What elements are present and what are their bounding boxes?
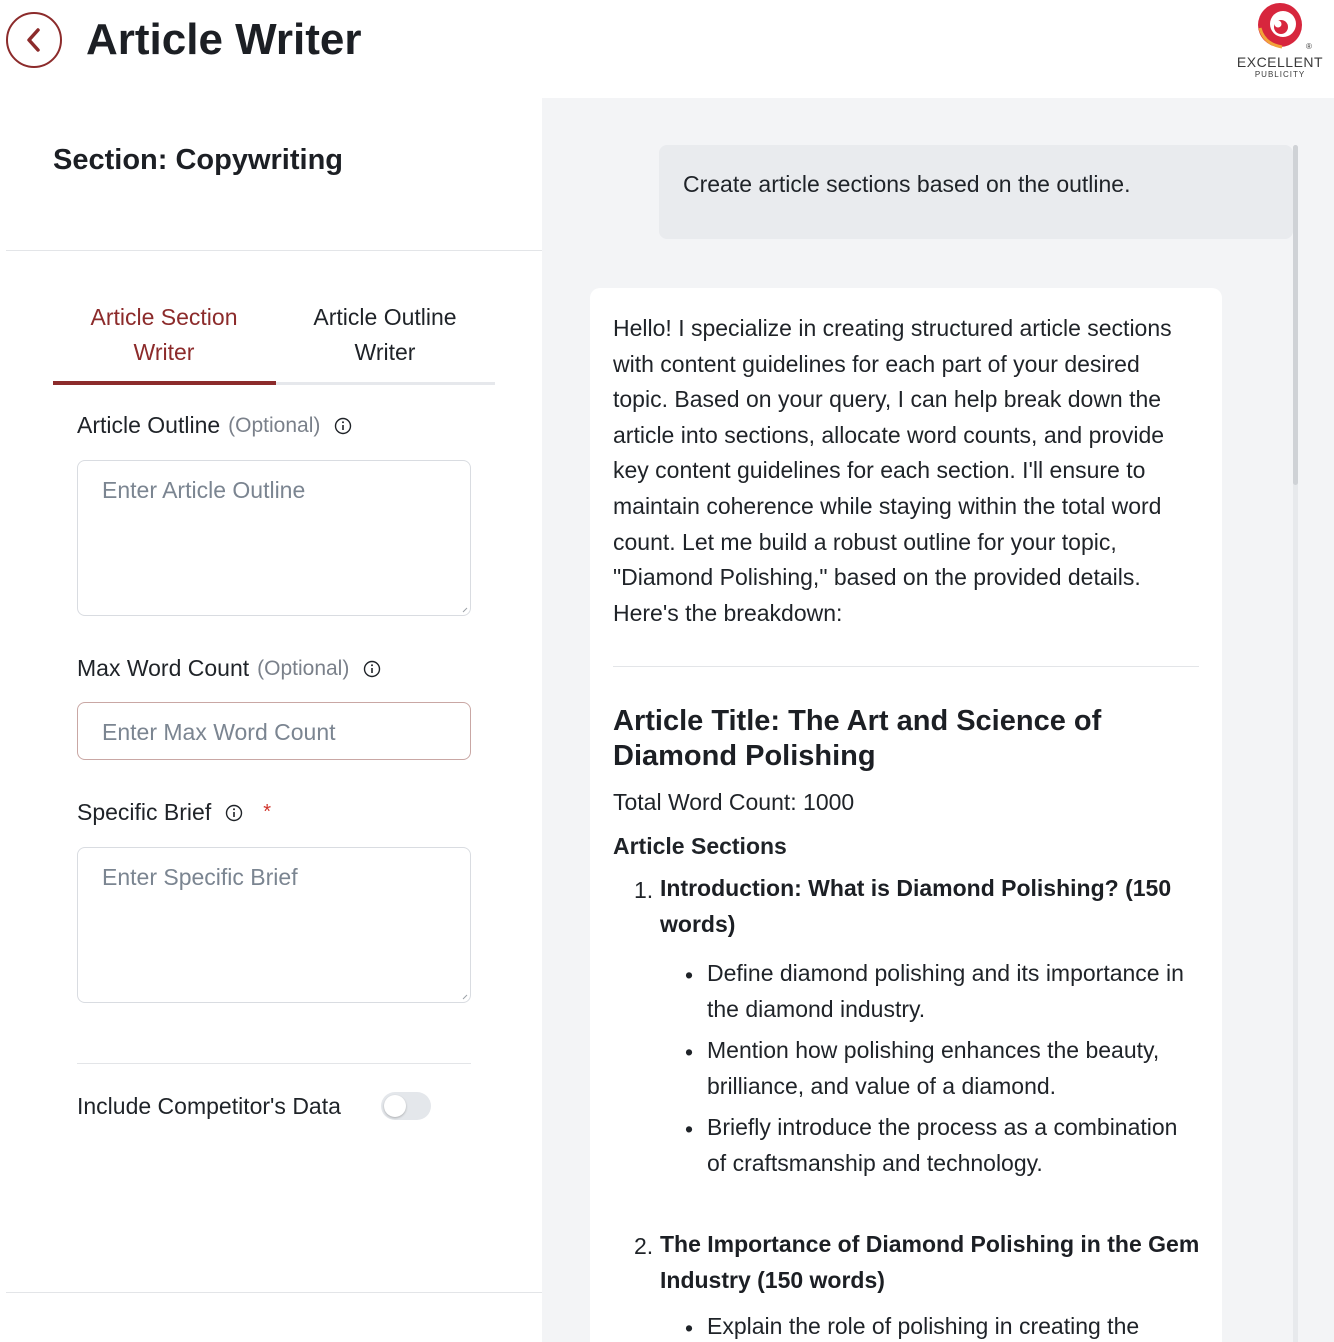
section-number: 1. [634, 877, 654, 903]
back-button[interactable] [6, 12, 62, 68]
specific-brief-input[interactable]: Enter Specific Brief [77, 847, 471, 1003]
optional-tag: (Optional) [257, 656, 350, 680]
form-panel: Section: Copywriting Article Section Wri… [0, 98, 542, 1342]
tab-label: Writer [354, 339, 416, 365]
tab-article-outline-writer[interactable]: Article Outline Writer [275, 298, 495, 386]
logo-name: EXCELLENT [1236, 54, 1324, 70]
company-logo: ® EXCELLENT PUBLICITY [1226, 0, 1334, 82]
page-title: Article Writer [86, 15, 362, 64]
reply-intro: Hello! I specialize in creating structur… [613, 315, 1172, 626]
max-word-label: Max Word Count (Optional) [77, 655, 381, 682]
divider [613, 666, 1199, 667]
outline-label: Article Outline (Optional) [77, 412, 352, 439]
max-word-placeholder: Enter Max Word Count [102, 719, 336, 745]
assistant-reply: Hello! I specialize in creating structur… [590, 288, 1222, 1342]
tab-label: Article Outline [313, 304, 457, 330]
required-marker: * [263, 801, 272, 823]
scrollbar-thumb[interactable] [1293, 145, 1298, 485]
article-title: Article Title: The Art and Science of Di… [613, 705, 1102, 772]
competitor-data-toggle[interactable] [381, 1092, 431, 1120]
optional-tag: (Optional) [228, 413, 321, 437]
sections-heading: Article Sections [613, 833, 787, 859]
divider [77, 1063, 471, 1064]
max-word-count-input[interactable]: Enter Max Word Count [77, 702, 471, 760]
brief-placeholder: Enter Specific Brief [102, 864, 298, 890]
bullet-dot: • [685, 962, 694, 988]
outline-placeholder: Enter Article Outline [102, 477, 306, 503]
max-word-label-text: Max Word Count [77, 655, 250, 681]
section-number: 2. [634, 1233, 654, 1259]
word-count: Total Word Count: 1000 [613, 789, 855, 815]
chevron-left-icon [27, 28, 40, 52]
competitor-data-label: Include Competitor's Data [77, 1093, 341, 1119]
section-title: The Importance of Diamond Polishing in t… [660, 1231, 1200, 1293]
divider [6, 250, 542, 251]
section-title: Introduction: What is Diamond Polishing?… [660, 875, 1172, 937]
resize-handle-icon[interactable] [462, 607, 468, 613]
brief-label-text: Specific Brief [77, 799, 212, 825]
logo-subtitle: PUBLICITY [1254, 70, 1306, 79]
list-item: Briefly introduce the process as a combi… [707, 1114, 1178, 1176]
bullet-dot: • [685, 1315, 694, 1341]
logo-swirl-icon [1258, 3, 1302, 49]
list-item: Define diamond polishing and its importa… [707, 960, 1184, 1022]
resize-handle-icon[interactable] [462, 994, 468, 1000]
bullet-dot: • [685, 1116, 694, 1142]
logo-registered-mark: ® [1306, 42, 1312, 51]
info-icon[interactable] [363, 660, 381, 678]
brief-label: Specific Brief * [77, 799, 271, 826]
tab-bar: Article Section Writer Article Outline W… [53, 298, 495, 386]
info-icon[interactable] [334, 417, 352, 435]
toggle-knob [384, 1095, 406, 1117]
outline-label-text: Article Outline [77, 412, 221, 438]
user-message: Create article sections based on the out… [659, 145, 1293, 239]
chat-panel: Create article sections based on the out… [542, 98, 1334, 1342]
active-tab-indicator [53, 381, 276, 385]
tab-article-section-writer[interactable]: Article Section Writer [53, 298, 275, 386]
article-outline-input[interactable]: Enter Article Outline [77, 460, 471, 616]
list-item: Mention how polishing enhances the beaut… [707, 1037, 1160, 1099]
bullet-dot: • [685, 1039, 694, 1065]
list-item: Explain the role of polishing in creatin… [707, 1313, 1140, 1339]
tab-label: Writer [133, 339, 195, 365]
tab-label: Article Section [90, 304, 238, 330]
divider [6, 1292, 542, 1293]
section-title: Section: Copywriting [53, 144, 343, 176]
app-header: Article Writer ® EXCELLENT PUBLICITY [0, 0, 1334, 98]
info-icon[interactable] [225, 804, 243, 822]
